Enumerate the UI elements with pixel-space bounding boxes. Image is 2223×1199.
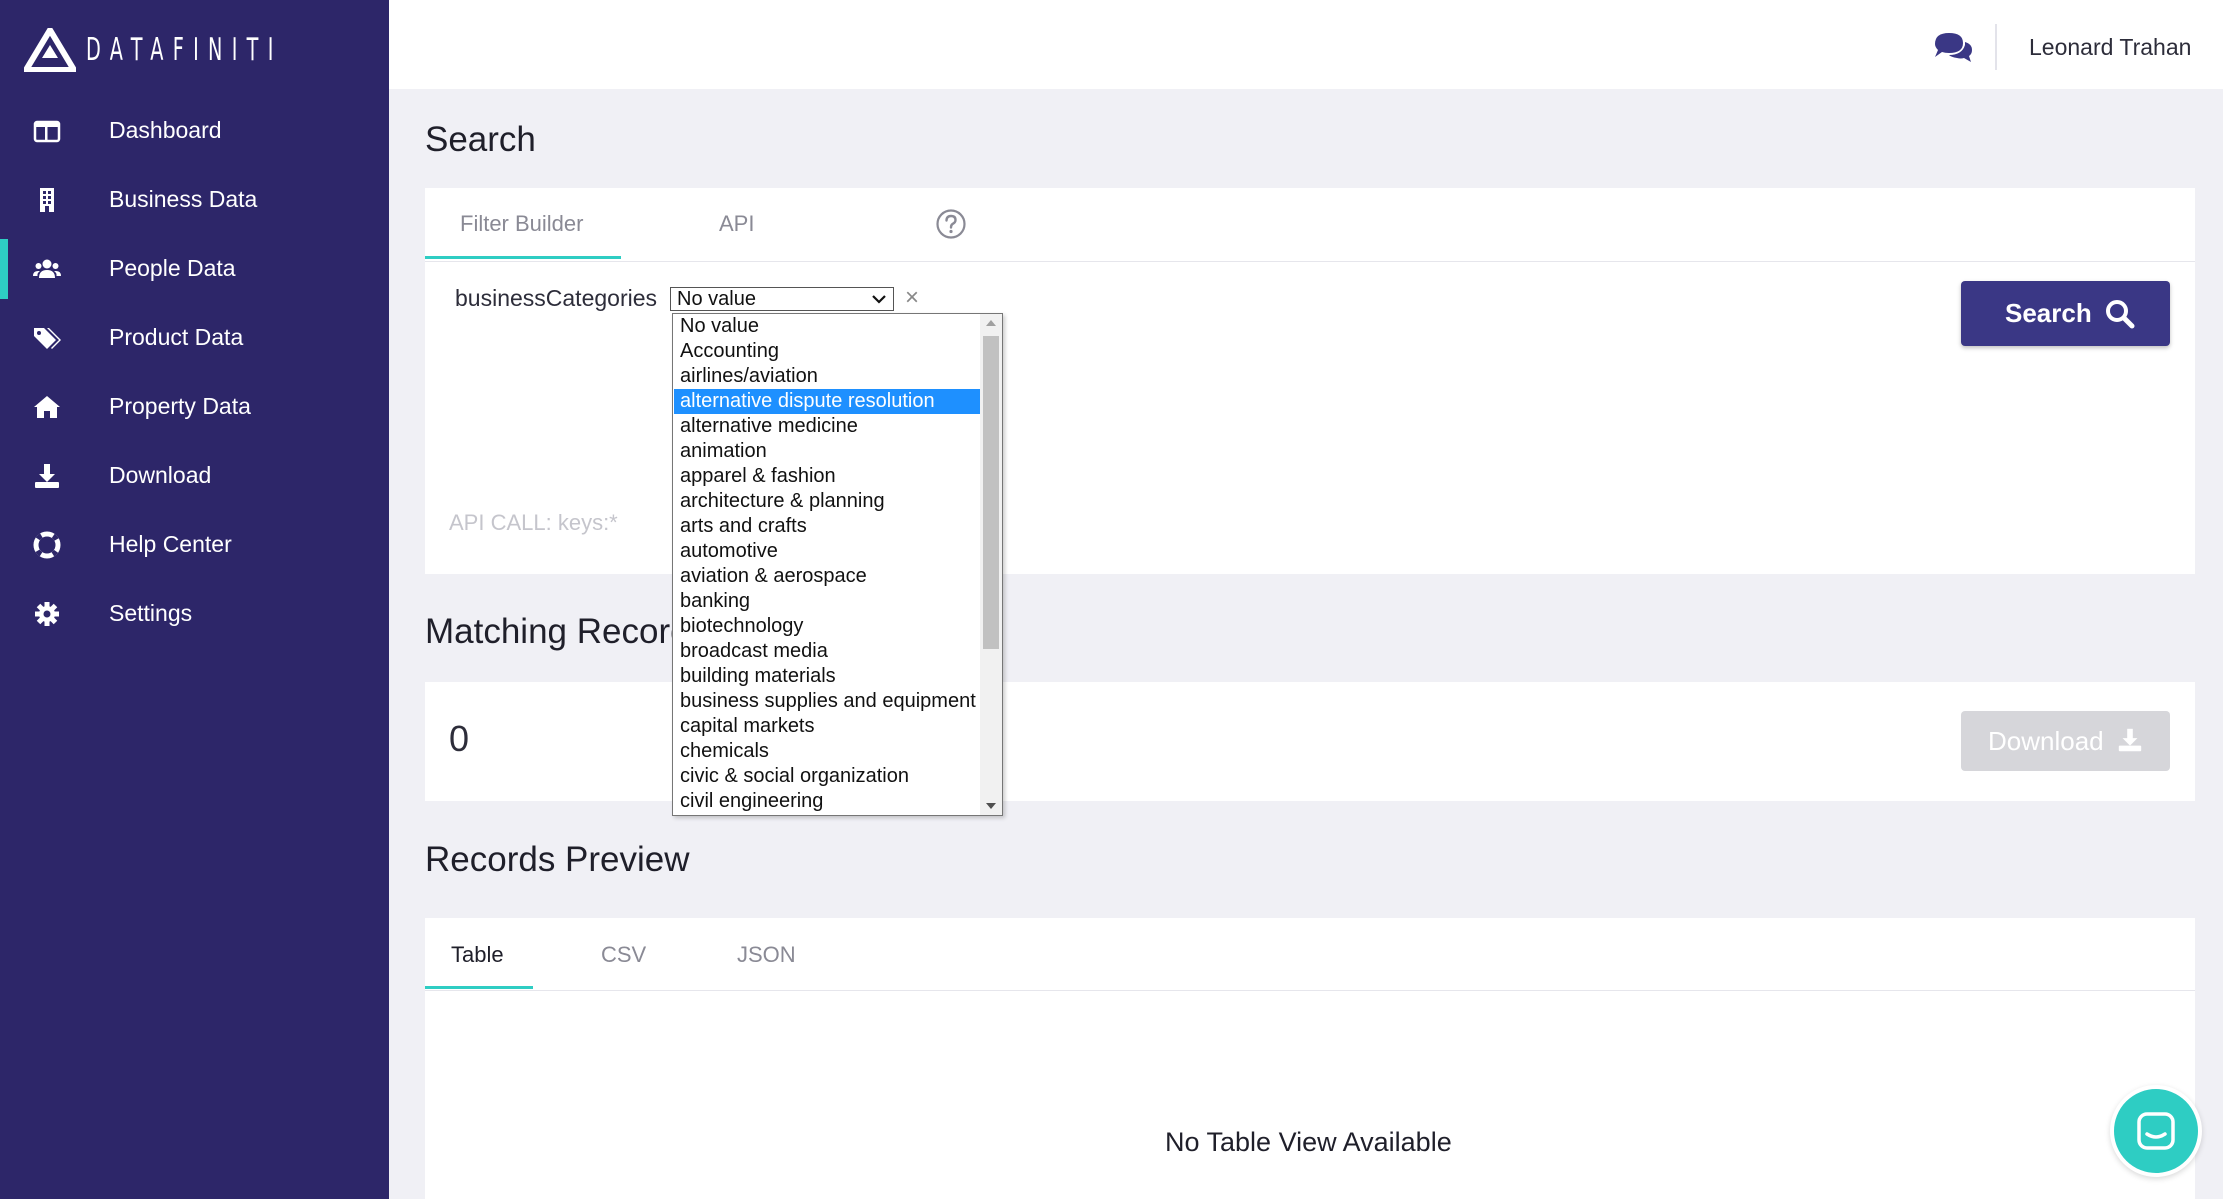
sidebar-item-product-data[interactable]: Product Data xyxy=(0,308,389,368)
sidebar-item-label: Product Data xyxy=(109,324,244,350)
home-icon xyxy=(34,396,60,418)
sidebar-item-download[interactable]: Download xyxy=(0,446,389,506)
datafiniti-logo[interactable]: DATAFINITI xyxy=(24,28,403,72)
sidebar-item-property-data[interactable]: Property Data xyxy=(0,377,389,437)
option[interactable]: civil engineering xyxy=(674,789,980,814)
sidebar: DATAFINITI Dashboard Business Data Peopl… xyxy=(0,0,389,1199)
question-circle-icon[interactable] xyxy=(935,208,967,240)
sidebar-item-settings[interactable]: Settings xyxy=(0,584,389,644)
sidebar-item-label: Property Data xyxy=(109,393,251,419)
user-name[interactable]: Leonard Trahan xyxy=(2029,34,2191,61)
records-preview-title: Records Preview xyxy=(425,840,690,879)
download-icon xyxy=(2118,728,2142,752)
chevron-down-icon xyxy=(872,295,886,304)
sidebar-item-label: People Data xyxy=(109,255,236,281)
search-button-label: Search xyxy=(2005,298,2092,328)
sidebar-item-label: Download xyxy=(109,462,212,488)
option[interactable]: No value xyxy=(674,314,980,339)
tab-api[interactable]: API xyxy=(719,211,754,237)
brand-name: DATAFINITI xyxy=(86,32,283,68)
search-title: Search xyxy=(425,120,536,159)
sidebar-item-business-data[interactable]: Business Data xyxy=(0,170,389,230)
search-icon xyxy=(2106,300,2135,329)
tab-json[interactable]: JSON xyxy=(737,942,796,968)
option[interactable]: alternative medicine xyxy=(674,414,980,439)
active-indicator xyxy=(0,239,8,299)
option[interactable]: chemicals xyxy=(674,739,980,764)
option[interactable]: banking xyxy=(674,589,980,614)
record-count: 0 xyxy=(449,718,470,759)
matching-records-title: Matching Records xyxy=(425,612,708,651)
download-button-label: Download xyxy=(1988,726,2104,756)
datafiniti-logo-icon xyxy=(24,28,76,72)
sidebar-item-label: Settings xyxy=(109,600,193,626)
scrollbar-thumb[interactable] xyxy=(983,336,999,649)
sidebar-item-people-data[interactable]: People Data xyxy=(0,239,389,299)
chat-bubble-icon xyxy=(2137,1112,2175,1150)
scrollbar[interactable] xyxy=(980,314,1002,815)
select-value: No value xyxy=(677,288,756,310)
download-button[interactable]: Download xyxy=(1961,711,2170,771)
option[interactable]: automotive xyxy=(674,539,980,564)
scroll-down-arrow-icon[interactable] xyxy=(986,803,996,809)
option[interactable]: civic & social organization xyxy=(674,764,980,789)
active-tab-underline xyxy=(425,986,533,989)
option[interactable]: arts and crafts xyxy=(674,514,980,539)
building-icon xyxy=(40,188,54,212)
download-icon xyxy=(35,464,59,488)
comments-icon[interactable] xyxy=(1932,30,1974,64)
tab-csv[interactable]: CSV xyxy=(601,942,646,968)
life-ring-icon xyxy=(33,531,61,559)
active-tab-underline xyxy=(425,256,621,259)
users-icon xyxy=(33,259,61,278)
option[interactable]: architecture & planning xyxy=(674,489,980,514)
sidebar-item-label: Dashboard xyxy=(109,117,222,143)
tabs-divider xyxy=(425,261,2195,262)
sidebar-item-label: Business Data xyxy=(109,186,258,212)
tabs-divider xyxy=(425,990,2195,991)
option[interactable]: biotechnology xyxy=(674,614,980,639)
business-categories-options[interactable]: No value Accounting airlines/aviation al… xyxy=(672,313,1003,816)
option[interactable]: apparel & fashion xyxy=(674,464,980,489)
business-categories-select[interactable]: No value xyxy=(670,287,894,311)
tags-icon xyxy=(34,328,61,349)
option[interactable]: building materials xyxy=(674,664,980,689)
sidebar-item-help-center[interactable]: Help Center xyxy=(0,515,389,575)
option[interactable]: airlines/aviation xyxy=(674,364,980,389)
sidebar-item-dashboard[interactable]: Dashboard xyxy=(0,101,389,161)
option-highlighted[interactable]: alternative dispute resolution xyxy=(674,389,980,414)
search-button[interactable]: Search xyxy=(1961,281,2170,346)
empty-table-message: No Table View Available xyxy=(1165,1127,1452,1157)
option[interactable]: capital markets xyxy=(674,714,980,739)
gear-icon xyxy=(35,602,59,626)
option[interactable]: broadcast media xyxy=(674,639,980,664)
option[interactable]: aviation & aerospace xyxy=(674,564,980,589)
sidebar-item-label: Help Center xyxy=(109,531,232,557)
clear-filter-button[interactable]: × xyxy=(905,284,919,312)
scroll-up-arrow-icon[interactable] xyxy=(986,320,996,326)
api-call-text: API CALL: keys:* xyxy=(449,510,618,535)
header-divider xyxy=(1995,24,1997,70)
filter-field-label: businessCategories xyxy=(455,285,658,311)
chat-launcher-button[interactable] xyxy=(2110,1085,2202,1177)
option[interactable]: animation xyxy=(674,439,980,464)
tab-table[interactable]: Table xyxy=(451,942,504,968)
option[interactable]: Accounting xyxy=(674,339,980,364)
option[interactable]: business supplies and equipment xyxy=(674,689,980,714)
tab-filter-builder[interactable]: Filter Builder xyxy=(460,211,583,237)
dashboard-icon xyxy=(33,120,61,143)
